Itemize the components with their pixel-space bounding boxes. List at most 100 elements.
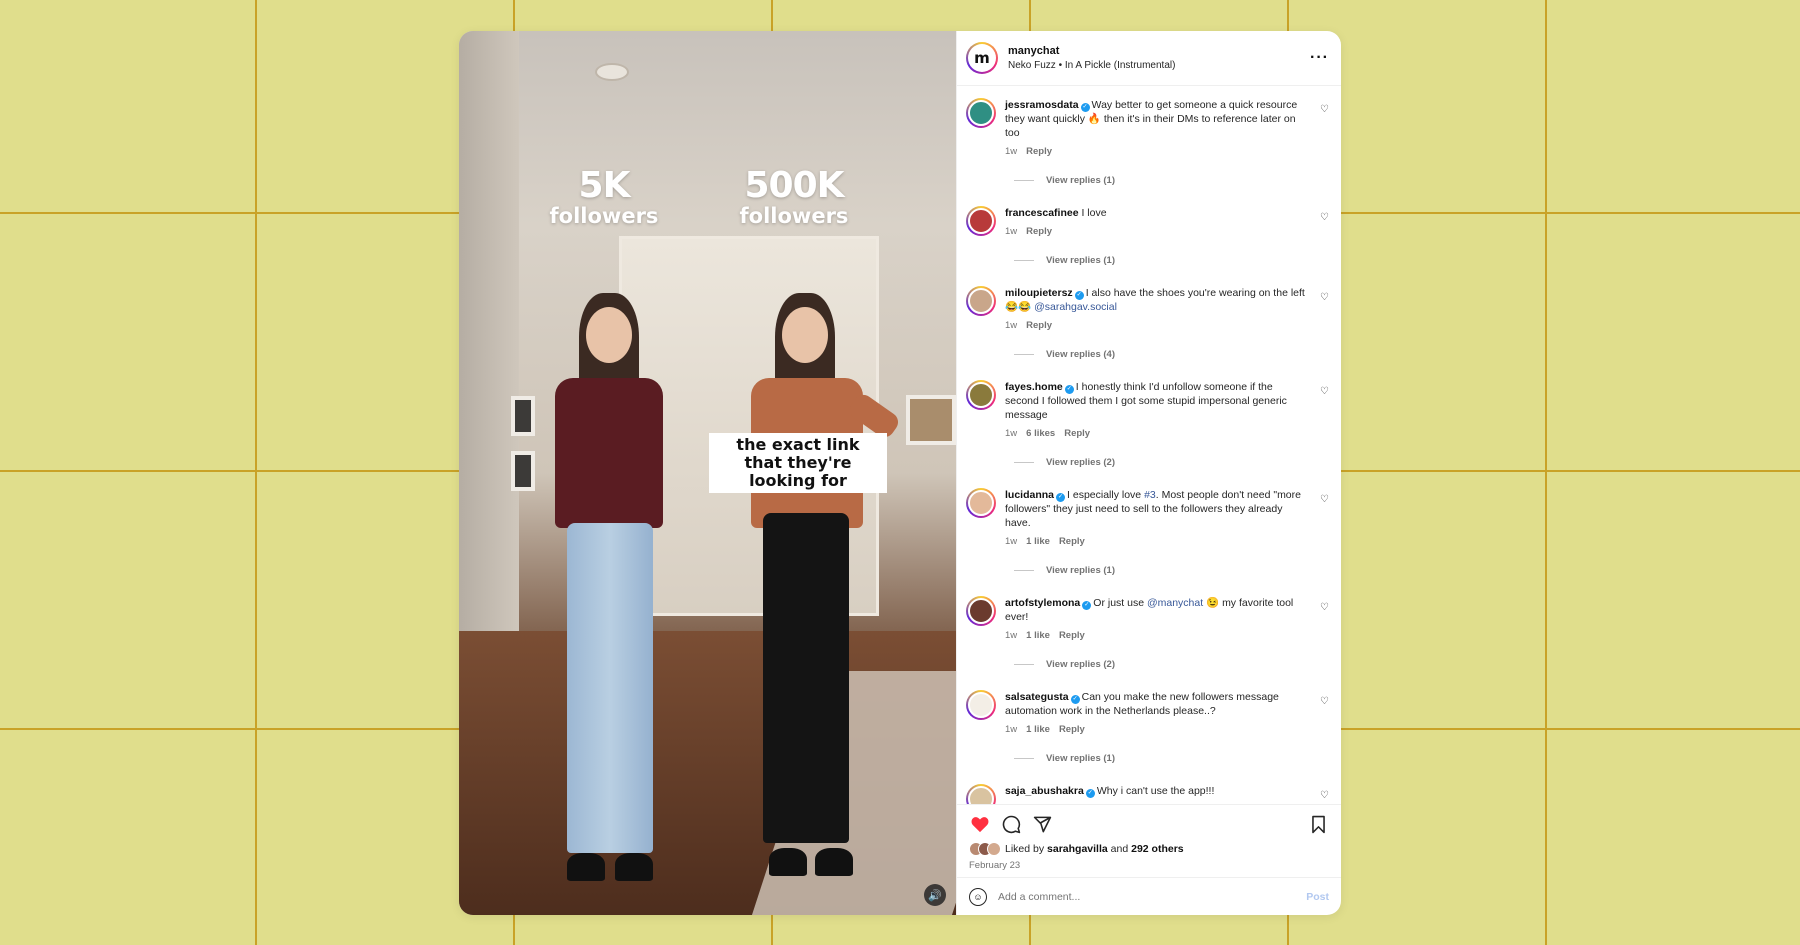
reply-button[interactable]: Reply: [1026, 146, 1052, 157]
view-replies-button[interactable]: View replies (2): [1014, 659, 1329, 670]
commenter-avatar[interactable]: [966, 596, 996, 626]
speaker-icon[interactable]: 🔊: [924, 884, 946, 906]
comment-like-heart-icon[interactable]: ♡: [1320, 696, 1329, 707]
comment-likes[interactable]: 6 likes: [1026, 428, 1055, 439]
share-icon[interactable]: [1031, 813, 1053, 835]
comment-thread: francescafinee I love 1w Reply ♡ View replie…: [966, 206, 1329, 266]
comment-mention[interactable]: @manychat: [1147, 597, 1203, 609]
commenter-avatar[interactable]: [966, 98, 996, 128]
replies-divider: [1014, 462, 1034, 463]
view-replies-button[interactable]: View replies (1): [1014, 565, 1329, 576]
comment-likes[interactable]: 1 like: [1026, 630, 1050, 641]
commenter-username[interactable]: fayes.home: [1005, 381, 1063, 393]
comment-time[interactable]: 1w: [1005, 226, 1017, 237]
commenter-avatar[interactable]: [966, 784, 996, 804]
comment-meta: 1w Reply: [1005, 226, 1307, 237]
left-follower-label: 5K followers: [544, 168, 664, 229]
commenter-username[interactable]: saja_abushakra: [1005, 785, 1084, 797]
view-replies-button[interactable]: View replies (1): [1014, 175, 1329, 186]
commenter-avatar[interactable]: [966, 488, 996, 518]
comment-mention[interactable]: #3: [1144, 489, 1156, 501]
comment-mention[interactable]: @sarahgav.social: [1034, 301, 1117, 313]
replies-divider: [1014, 354, 1034, 355]
audio-track[interactable]: Neko Fuzz • In A Pickle (Instrumental): [1008, 60, 1310, 71]
account-avatar[interactable]: m: [966, 42, 998, 74]
view-replies-button[interactable]: View replies (4): [1014, 349, 1329, 360]
commenter-avatar-image: [968, 382, 994, 408]
comment-like-heart-icon[interactable]: ♡: [1320, 104, 1329, 115]
commenter-avatar[interactable]: [966, 380, 996, 410]
comment-body: fayes.home ✓ I honestly think I'd unfollow…: [1005, 380, 1329, 439]
likes-text: Liked by sarahgavilla and 292 others: [1005, 843, 1184, 855]
reply-button[interactable]: Reply: [1059, 630, 1085, 641]
reply-button[interactable]: Reply: [1026, 226, 1052, 237]
wall-picture: [511, 396, 535, 436]
comment-time[interactable]: 1w: [1005, 630, 1017, 641]
view-replies-button[interactable]: View replies (2): [1014, 457, 1329, 468]
view-replies-label: View replies (2): [1046, 659, 1115, 670]
heart-icon[interactable]: [969, 813, 991, 835]
likes-summary: Liked by sarahgavilla and 292 others: [969, 842, 1329, 856]
comment-like-heart-icon[interactable]: ♡: [1320, 494, 1329, 505]
wall-picture: [906, 395, 956, 445]
comment-time[interactable]: 1w: [1005, 146, 1017, 157]
comment-body: jessramosdata ✓ Way better to get someone …: [1005, 98, 1329, 157]
reply-button[interactable]: Reply: [1064, 428, 1090, 439]
verified-badge-icon: ✓: [1070, 695, 1080, 704]
post-date[interactable]: February 23: [969, 860, 1329, 871]
comment: miloupietersz ✓ I also have the shoes you'…: [966, 286, 1329, 331]
view-replies-button[interactable]: View replies (1): [1014, 753, 1329, 764]
comment-like-heart-icon[interactable]: ♡: [1320, 602, 1329, 613]
commenter-username[interactable]: francescafinee: [1005, 207, 1079, 219]
commenter-avatar-image: [968, 490, 994, 516]
view-replies-label: View replies (1): [1046, 565, 1115, 576]
replies-divider: [1014, 260, 1034, 261]
comment-like-heart-icon[interactable]: ♡: [1320, 386, 1329, 397]
bookmark-icon[interactable]: [1307, 813, 1329, 835]
post-button[interactable]: Post: [1306, 891, 1329, 903]
comment-time[interactable]: 1w: [1005, 320, 1017, 331]
comment-meta: 1w Reply: [1005, 320, 1307, 331]
commenter-username[interactable]: lucidanna: [1005, 489, 1054, 501]
reply-button[interactable]: Reply: [1026, 320, 1052, 331]
reply-button[interactable]: Reply: [1059, 536, 1085, 547]
view-replies-label: View replies (2): [1046, 457, 1115, 468]
verified-badge-icon: ✓: [1064, 385, 1074, 394]
verified-badge-icon: ✓: [1074, 291, 1084, 300]
comment-icon[interactable]: [1000, 813, 1022, 835]
comment-time[interactable]: 1w: [1005, 536, 1017, 547]
ceiling-light: [595, 63, 629, 81]
more-options-icon[interactable]: ···: [1310, 49, 1329, 67]
comment-like-heart-icon[interactable]: ♡: [1320, 212, 1329, 223]
account-name[interactable]: manychat: [1008, 45, 1310, 57]
post-video[interactable]: 5K followers 500K followers the exact li…: [459, 31, 956, 915]
comment-like-heart-icon[interactable]: ♡: [1320, 790, 1329, 801]
liked-by-prefix: Liked by: [1005, 843, 1045, 855]
comment-meta: 1w 1 like Reply: [1005, 630, 1307, 641]
comment-likes[interactable]: 1 like: [1026, 724, 1050, 735]
comment-time[interactable]: 1w: [1005, 724, 1017, 735]
left-follower-sub: followers: [549, 204, 659, 228]
reply-button[interactable]: Reply: [1059, 724, 1085, 735]
commenter-username[interactable]: salsategusta: [1005, 691, 1069, 703]
comment-likes[interactable]: 1 like: [1026, 536, 1050, 547]
liked-by-others[interactable]: 292 others: [1131, 843, 1184, 855]
commenter-username[interactable]: artofstylemona: [1005, 597, 1080, 609]
commenter-avatar[interactable]: [966, 206, 996, 236]
comment-like-heart-icon[interactable]: ♡: [1320, 292, 1329, 303]
commenter-username[interactable]: miloupietersz: [1005, 287, 1073, 299]
commenter-username[interactable]: jessramosdata: [1005, 99, 1079, 111]
view-replies-button[interactable]: View replies (1): [1014, 255, 1329, 266]
comment-time[interactable]: 1w: [1005, 428, 1017, 439]
commenter-avatar[interactable]: [966, 690, 996, 720]
emoji-icon[interactable]: ☺: [969, 887, 987, 906]
comment-text: jessramosdata ✓ Way better to get someone …: [1005, 98, 1307, 140]
comment-input[interactable]: [998, 890, 1307, 903]
comment: jessramosdata ✓ Way better to get someone …: [966, 98, 1329, 157]
comment-thread: saja_abushakra ✓ Why i can't use the app!!…: [966, 784, 1329, 804]
right-follower-sub: followers: [739, 204, 849, 228]
commenter-avatar[interactable]: [966, 286, 996, 316]
comment-thread: artofstylemona ✓ Or just use @manychat 😉 m…: [966, 596, 1329, 670]
commenter-avatar-image: [968, 598, 994, 624]
liked-by-user[interactable]: sarahgavilla: [1047, 843, 1108, 855]
